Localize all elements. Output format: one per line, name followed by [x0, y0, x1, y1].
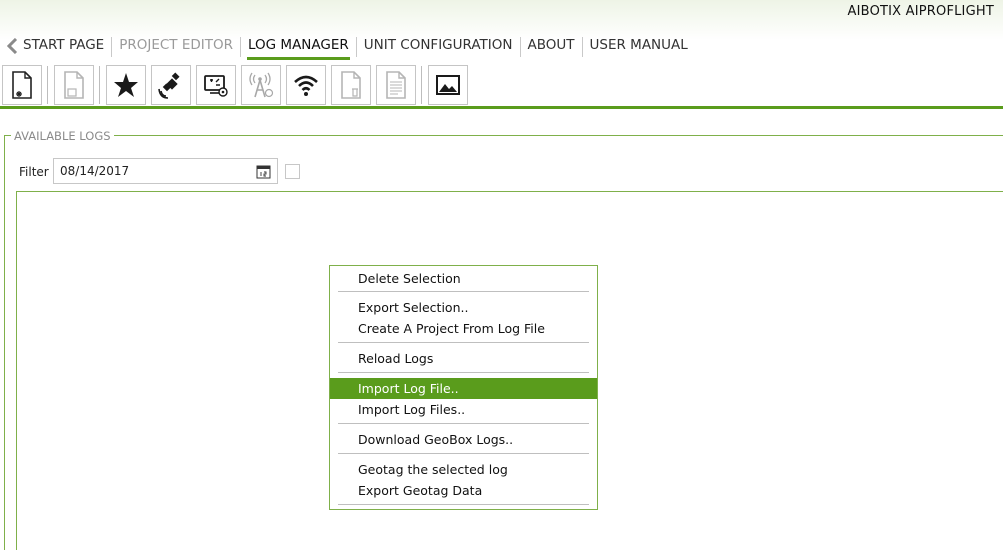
- filter-date-value[interactable]: 08/14/2017: [60, 164, 129, 178]
- save-file-icon: [64, 71, 84, 99]
- header-accent-line: [0, 106, 1003, 109]
- nav-about[interactable]: ABOUT: [527, 34, 576, 60]
- menu-separator: [338, 453, 589, 454]
- calendar-icon[interactable]: [256, 164, 271, 179]
- context-menu: Delete Selection Export Selection.. Crea…: [329, 265, 598, 510]
- toolbar: [2, 65, 473, 105]
- nav-divider: [111, 37, 113, 57]
- menu-item-delete-selection[interactable]: Delete Selection: [330, 268, 597, 289]
- app-title: AIBOTIX AIPROFLIGHT: [847, 4, 994, 19]
- image-button[interactable]: [428, 65, 468, 105]
- wifi-button[interactable]: [286, 65, 326, 105]
- menu-item-import-log-files[interactable]: Import Log Files..: [330, 399, 597, 420]
- device-settings-button[interactable]: [196, 65, 236, 105]
- delete-log-button[interactable]: [331, 65, 371, 105]
- filter-enable-checkbox[interactable]: [285, 164, 300, 179]
- antenna-settings-button[interactable]: [241, 65, 281, 105]
- document-icon: [386, 71, 406, 99]
- menu-separator: [338, 342, 589, 343]
- menu-separator: [338, 423, 589, 424]
- filter-label: Filter: [19, 165, 49, 179]
- logs-list-border: [16, 191, 17, 550]
- image-icon: [436, 75, 460, 95]
- favorite-button[interactable]: [106, 65, 146, 105]
- delete-file-icon: [341, 71, 361, 99]
- save-log-button[interactable]: [54, 65, 94, 105]
- toolbar-divider: [47, 66, 48, 104]
- nav-divider: [240, 37, 241, 57]
- new-log-button[interactable]: [2, 65, 42, 105]
- nav-start-page[interactable]: START PAGE: [22, 34, 105, 60]
- menu-item-export-selection[interactable]: Export Selection..: [330, 297, 597, 318]
- toolbar-divider: [99, 66, 100, 104]
- nav-log-manager[interactable]: LOG MANAGER: [247, 34, 350, 60]
- menu-separator: [338, 291, 589, 292]
- star-icon: [114, 73, 138, 97]
- menu-item-create-project-from-log[interactable]: Create A Project From Log File: [330, 318, 597, 339]
- menu-item-download-geobox-logs[interactable]: Download GeoBox Logs..: [330, 429, 597, 450]
- satellite-button[interactable]: [151, 65, 191, 105]
- nav-divider: [355, 37, 357, 57]
- menu-separator: [338, 372, 589, 373]
- toolbar-divider: [421, 66, 422, 104]
- available-logs-legend: AVAILABLE LOGS: [11, 129, 114, 143]
- filter-date-picker[interactable]: 08/14/2017: [53, 158, 278, 184]
- menu-separator: [338, 504, 589, 505]
- wifi-icon: [294, 75, 318, 96]
- document-button[interactable]: [376, 65, 416, 105]
- back-chevron-icon[interactable]: [4, 36, 22, 56]
- nav-divider: [581, 37, 583, 57]
- nav-unit-configuration[interactable]: UNIT CONFIGURATION: [363, 34, 514, 60]
- nav-divider: [519, 37, 521, 57]
- main-nav: START PAGE PROJECT EDITOR LOG MANAGER UN…: [4, 34, 689, 60]
- nav-user-manual[interactable]: USER MANUAL: [589, 34, 689, 60]
- filter-divider: [16, 191, 1003, 192]
- menu-item-import-log-file[interactable]: Import Log File..: [330, 378, 597, 399]
- menu-item-export-geotag-data[interactable]: Export Geotag Data: [330, 480, 597, 501]
- nav-project-editor[interactable]: PROJECT EDITOR: [118, 34, 234, 60]
- device-settings-icon: [204, 75, 228, 97]
- menu-item-reload-logs[interactable]: Reload Logs: [330, 348, 597, 369]
- antenna-settings-icon: [249, 72, 274, 98]
- satellite-icon: [158, 72, 180, 99]
- new-file-icon: [12, 71, 32, 99]
- menu-item-geotag-selected-log[interactable]: Geotag the selected log: [330, 459, 597, 480]
